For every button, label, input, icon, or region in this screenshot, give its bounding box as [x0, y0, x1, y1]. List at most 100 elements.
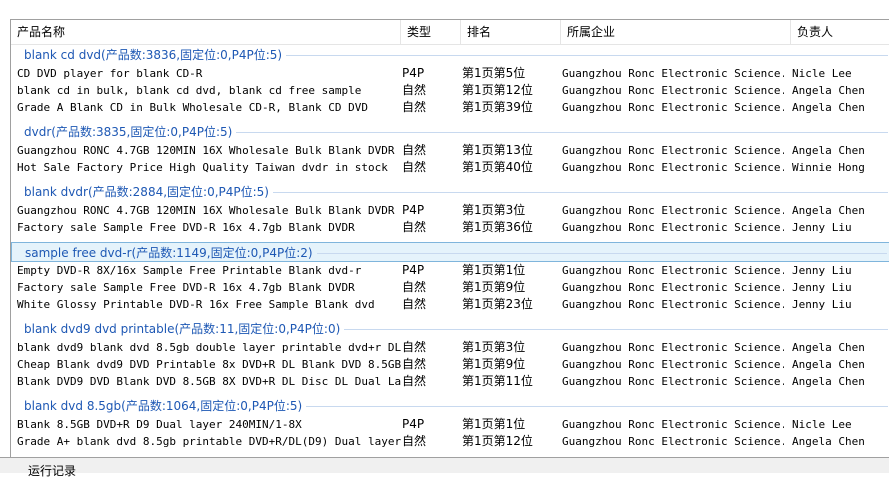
group-title: dvdr(产品数:3835,固定位:0,P4P位:5): [24, 125, 233, 139]
cell-product-name: Hot Sale Factory Price High Quality Taiw…: [17, 161, 388, 174]
table-row[interactable]: Cheap Blank dvd9 DVD Printable 8x DVD+R …: [11, 356, 889, 373]
cell-owner: Angela Chen: [792, 435, 865, 448]
group-divider-line: [306, 406, 888, 407]
run-log-tab[interactable]: 运行记录: [28, 462, 76, 479]
cell-product-name: CD DVD player for blank CD-R: [17, 67, 203, 80]
cell-owner: Nicle Lee: [792, 67, 852, 80]
table-row[interactable]: Hot Sale Factory Price High Quality Taiw…: [11, 159, 889, 176]
column-header-company[interactable]: 所属企业: [561, 20, 791, 44]
cell-owner: Jenny Liu: [792, 281, 852, 294]
column-header-owner[interactable]: 负责人: [791, 20, 889, 44]
column-header-rank[interactable]: 排名: [461, 20, 561, 44]
cell-product-name: blank cd in bulk, blank cd dvd, blank cd…: [17, 84, 362, 97]
cell-owner: Angela Chen: [792, 341, 865, 354]
cell-company: Guangzhou Ronc Electronic Science...: [562, 221, 784, 234]
table-row[interactable]: Blank DVD9 DVD Blank DVD 8.5GB 8X DVD+R …: [11, 373, 889, 390]
column-header-product-name[interactable]: 产品名称: [11, 20, 401, 44]
cell-company: Guangzhou Ronc Electronic Science...: [562, 435, 784, 448]
cell-product-name: Factory sale Sample Free DVD-R 16x 4.7gb…: [17, 281, 355, 294]
table-row[interactable]: Grade A+ blank dvd 8.5gb printable DVD+R…: [11, 433, 889, 450]
cell-product-name: White Glossy Printable DVD-R 16x Free Sa…: [17, 298, 375, 311]
cell-company: Guangzhou Ronc Electronic Science...: [562, 161, 784, 174]
cell-product-name: Grade A Blank CD in Bulk Wholesale CD-R,…: [17, 101, 368, 114]
group-header[interactable]: blank dvd9 dvd printable(产品数:11,固定位:0,P4…: [11, 319, 889, 339]
group-title: blank dvd 8.5gb(产品数:1064,固定位:0,P4P位:5): [24, 399, 303, 413]
cell-owner: Winnie Hong: [792, 161, 865, 174]
table-row[interactable]: Guangzhou RONC 4.7GB 120MIN 16X Wholesal…: [11, 202, 889, 219]
cell-company: Guangzhou Ronc Electronic Science...: [562, 341, 784, 354]
cell-product-name: Empty DVD-R 8X/16x Sample Free Printable…: [17, 264, 362, 277]
cell-company: Guangzhou Ronc Electronic Science...: [562, 375, 784, 388]
cell-owner: Nicle Lee: [792, 418, 852, 431]
cell-rank: 第1页第12位: [462, 434, 533, 448]
cell-owner: Jenny Liu: [792, 264, 852, 277]
cell-company: Guangzhou Ronc Electronic Science...: [562, 264, 784, 277]
cell-company: Guangzhou Ronc Electronic Science...: [562, 101, 784, 114]
cell-rank: 第1页第9位: [462, 280, 526, 294]
cell-rank: 第1页第23位: [462, 297, 533, 311]
group-title: blank dvd9 dvd printable(产品数:11,固定位:0,P4…: [24, 322, 341, 336]
cell-rank: 第1页第1位: [462, 417, 526, 431]
cell-type: 自然: [402, 280, 427, 294]
cell-product-name: Blank 8.5GB DVD+R D9 Dual layer 240MIN/1…: [17, 418, 302, 431]
list-header: 产品名称 类型 排名 所属企业 负责人: [11, 20, 889, 45]
cell-type: 自然: [402, 340, 427, 354]
table-row[interactable]: Empty DVD-R 8X/16x Sample Free Printable…: [11, 262, 889, 279]
group-divider-line: [273, 192, 888, 193]
table-row[interactable]: Grade A Blank CD in Bulk Wholesale CD-R,…: [11, 99, 889, 116]
group-header[interactable]: blank dvdr(产品数:2884,固定位:0,P4P位:5): [11, 182, 889, 202]
cell-product-name: Factory sale Sample Free DVD-R 16x 4.7gb…: [17, 221, 355, 234]
cell-owner: Angela Chen: [792, 101, 865, 114]
table-row[interactable]: Blank 8.5GB DVD+R D9 Dual layer 240MIN/1…: [11, 416, 889, 433]
cell-type: 自然: [402, 297, 427, 311]
cell-rank: 第1页第3位: [462, 203, 526, 217]
cell-rank: 第1页第40位: [462, 160, 533, 174]
group-divider-line: [344, 329, 888, 330]
cell-rank: 第1页第12位: [462, 83, 533, 97]
table-row[interactable]: White Glossy Printable DVD-R 16x Free Sa…: [11, 296, 889, 313]
cell-owner: Angela Chen: [792, 144, 865, 157]
cell-company: Guangzhou Ronc Electronic Science...: [562, 358, 784, 371]
table-row[interactable]: Factory sale Sample Free DVD-R 16x 4.7gb…: [11, 219, 889, 236]
table-row[interactable]: CD DVD player for blank CD-R P4P 第1页第5位 Gua…: [11, 65, 889, 82]
cell-product-name: Cheap Blank dvd9 DVD Printable 8x DVD+R …: [17, 358, 401, 371]
cell-product-name: Guangzhou RONC 4.7GB 120MIN 16X Wholesal…: [17, 204, 395, 217]
results-list-view[interactable]: 产品名称 类型 排名 所属企业 负责人 blank cd dvd(产品数:383…: [10, 19, 889, 457]
cell-product-name: Grade A+ blank dvd 8.5gb printable DVD+R…: [17, 435, 401, 448]
cell-type: 自然: [402, 83, 427, 97]
cell-rank: 第1页第39位: [462, 100, 533, 114]
cell-owner: Jenny Liu: [792, 221, 852, 234]
cell-company: Guangzhou Ronc Electronic Science...: [562, 281, 784, 294]
cell-rank: 第1页第36位: [462, 220, 533, 234]
table-row[interactable]: blank cd in bulk, blank cd dvd, blank cd…: [11, 82, 889, 99]
group-divider-line: [286, 55, 888, 56]
group-header[interactable]: dvdr(产品数:3835,固定位:0,P4P位:5): [11, 122, 889, 142]
cell-rank: 第1页第9位: [462, 357, 526, 371]
column-header-type[interactable]: 类型: [401, 20, 461, 44]
cell-company: Guangzhou Ronc Electronic Science...: [562, 67, 784, 80]
group-header[interactable]: blank dvd 8.5gb(产品数:1064,固定位:0,P4P位:5): [11, 396, 889, 416]
cell-rank: 第1页第5位: [462, 66, 526, 80]
group-title: blank dvdr(产品数:2884,固定位:0,P4P位:5): [24, 185, 269, 199]
group-title: blank cd dvd(产品数:3836,固定位:0,P4P位:5): [24, 48, 283, 62]
cell-rank: 第1页第3位: [462, 340, 526, 354]
cell-type: 自然: [402, 374, 427, 388]
cell-type: P4P: [402, 66, 425, 80]
cell-type: 自然: [402, 160, 427, 174]
cell-rank: 第1页第13位: [462, 143, 533, 157]
table-row[interactable]: blank dvd9 blank dvd 8.5gb double layer …: [11, 339, 889, 356]
cell-company: Guangzhou Ronc Electronic Science...: [562, 144, 784, 157]
cell-type: 自然: [402, 357, 427, 371]
table-row[interactable]: Factory sale Sample Free DVD-R 16x 4.7gb…: [11, 279, 889, 296]
cell-type: P4P: [402, 203, 425, 217]
cell-product-name: Guangzhou RONC 4.7GB 120MIN 16X Wholesal…: [17, 144, 395, 157]
cell-owner: Angela Chen: [792, 204, 865, 217]
group-title: sample free dvd-r(产品数:1149,固定位:0,P4P位:2): [25, 246, 313, 260]
cell-owner: Angela Chen: [792, 375, 865, 388]
cell-owner: Angela Chen: [792, 358, 865, 371]
cell-type: 自然: [402, 220, 427, 234]
group-header[interactable]: blank cd dvd(产品数:3836,固定位:0,P4P位:5): [11, 45, 889, 65]
cell-type: 自然: [402, 434, 427, 448]
table-row[interactable]: Guangzhou RONC 4.7GB 120MIN 16X Wholesal…: [11, 142, 889, 159]
group-header[interactable]: sample free dvd-r(产品数:1149,固定位:0,P4P位:2): [11, 242, 889, 262]
